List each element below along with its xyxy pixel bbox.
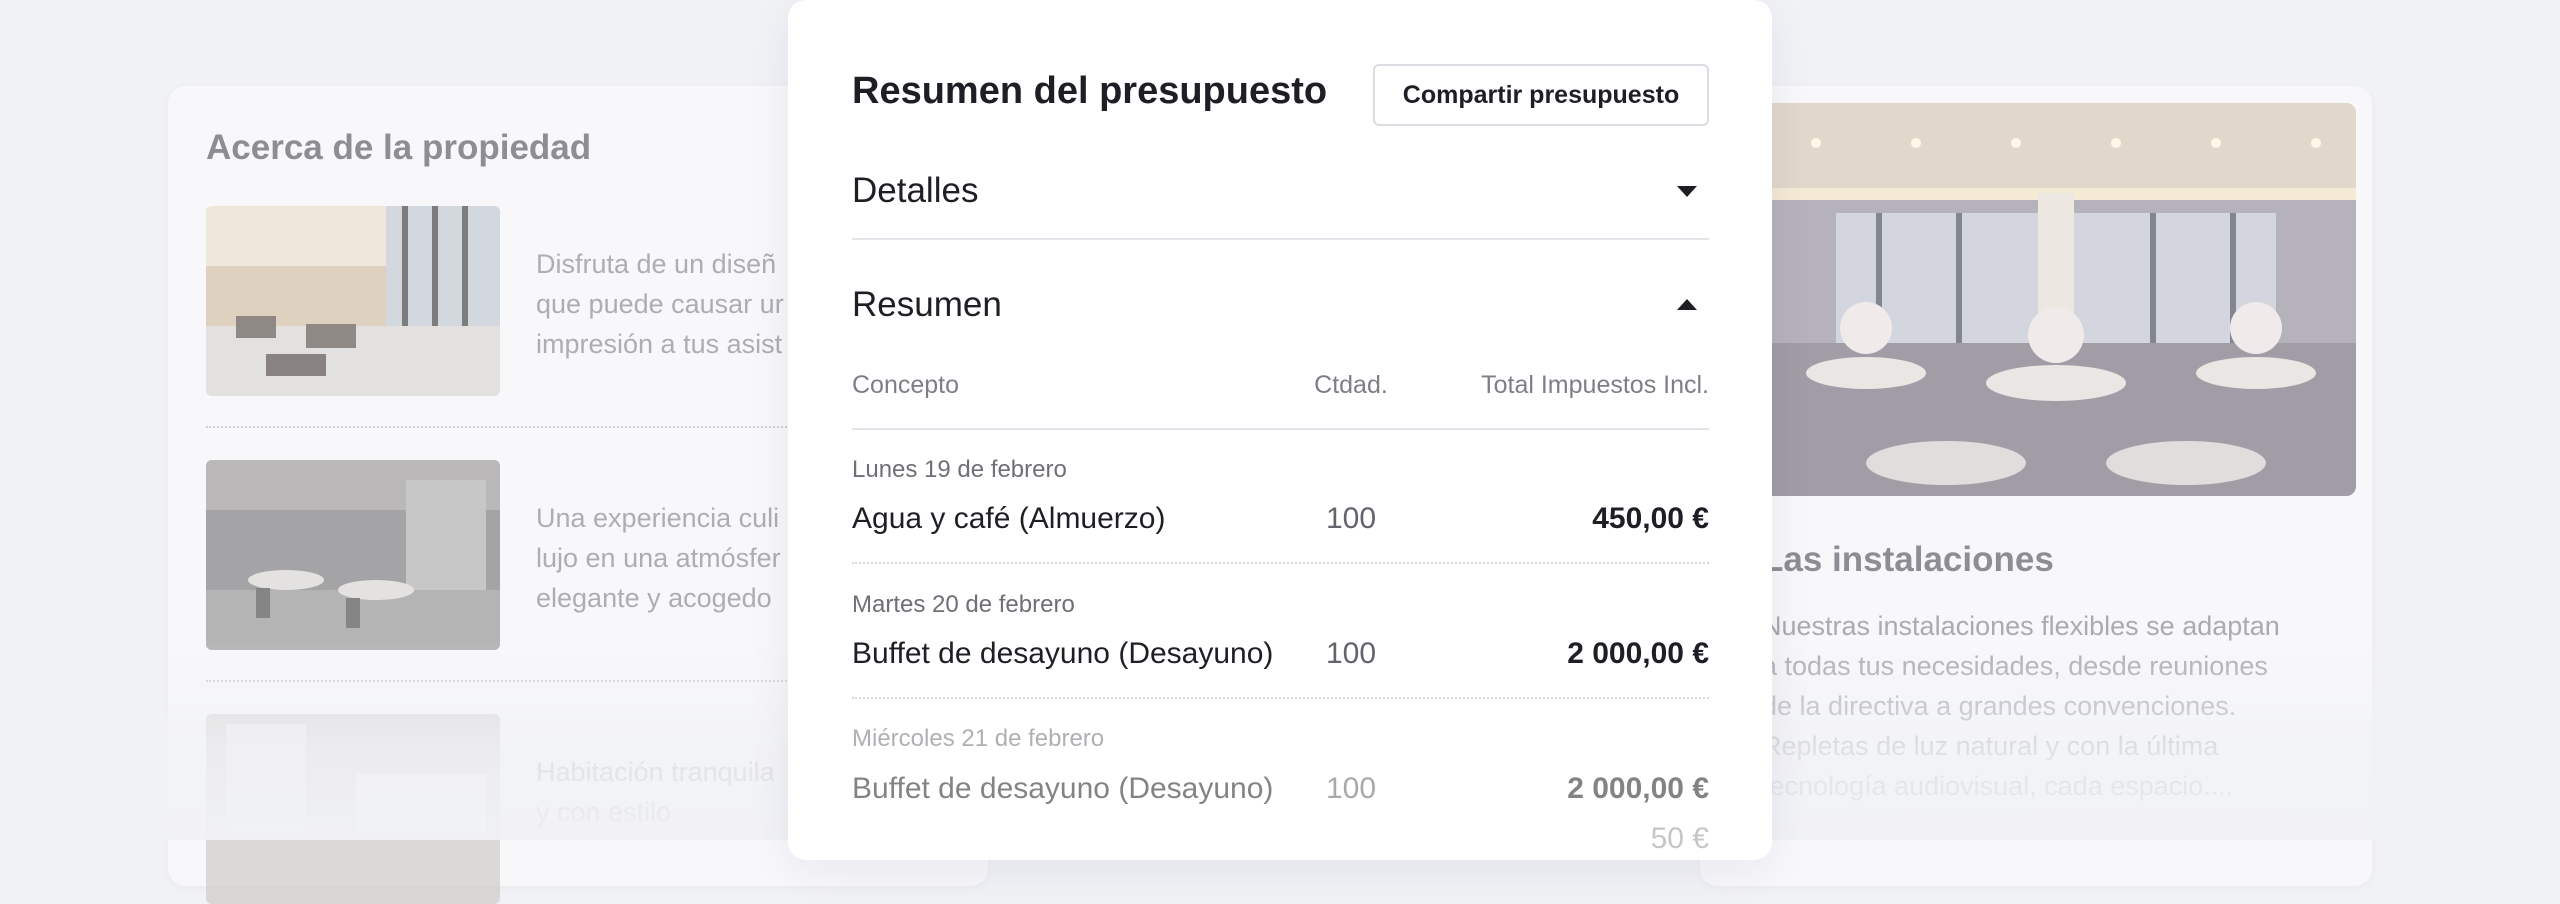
property-item[interactable]: Una experiencia culi lujo en una atmósfe… [206,460,826,650]
room-photo [206,714,500,904]
row-total: 2 000,00 € [1567,637,1709,670]
share-budget-button[interactable]: Compartir presupuesto [1373,64,1709,126]
row-quantity: 100 [1325,637,1377,670]
row-total: 450,00 € [1592,502,1709,535]
dining-photo [206,460,500,650]
column-header-quantity: Ctdad. [1314,371,1388,399]
facilities-description: Nuestras instalaciones flexibles se adap… [1762,611,2280,801]
summary-section-toggle[interactable]: Resumen [852,273,1709,337]
details-section-toggle[interactable]: Detalles [852,159,1709,223]
budget-summary-modal: Resumen del presupuesto Compartir presup… [788,0,1772,860]
caret-up-icon [1675,295,1699,315]
row-total: 2 000,00 € [1567,772,1709,805]
row-divider [852,562,1709,564]
ballroom-photo [1756,103,2356,496]
row-concept: Buffet de desayuno (Desayuno) [852,772,1274,805]
row-divider [852,697,1709,699]
summary-label: Resumen [852,285,1002,324]
row-total-partial: 50 € [1650,822,1709,855]
row-concept: Buffet de desayuno (Desayuno) [852,637,1274,670]
column-header-concept: Concepto [852,371,960,399]
modal-title: Resumen del presupuesto [852,70,1328,112]
row-quantity: 100 [1325,772,1377,805]
facilities-title: Las instalaciones [1762,540,2054,579]
table-header-divider [852,428,1709,430]
property-item[interactable]: Disfruta de un diseñ que puede causar ur… [206,206,826,396]
section-divider [852,238,1709,240]
details-label: Detalles [852,171,979,210]
row-date: Lunes 19 de febrero [852,456,1067,483]
caret-down-icon [1675,181,1699,201]
restaurant-photo [206,206,500,396]
row-date: Miércoles 21 de febrero [852,725,1105,752]
property-item[interactable]: Habitación tranquila y con estilo [206,714,826,904]
property-title: Acerca de la propiedad [206,128,592,167]
row-date: Martes 20 de febrero [852,591,1075,618]
row-quantity: 100 [1325,502,1377,535]
column-header-total: Total Impuestos Incl. [1481,371,1709,399]
row-concept: Agua y café (Almuerzo) [852,502,1166,535]
divider [206,680,806,682]
divider [206,426,806,428]
